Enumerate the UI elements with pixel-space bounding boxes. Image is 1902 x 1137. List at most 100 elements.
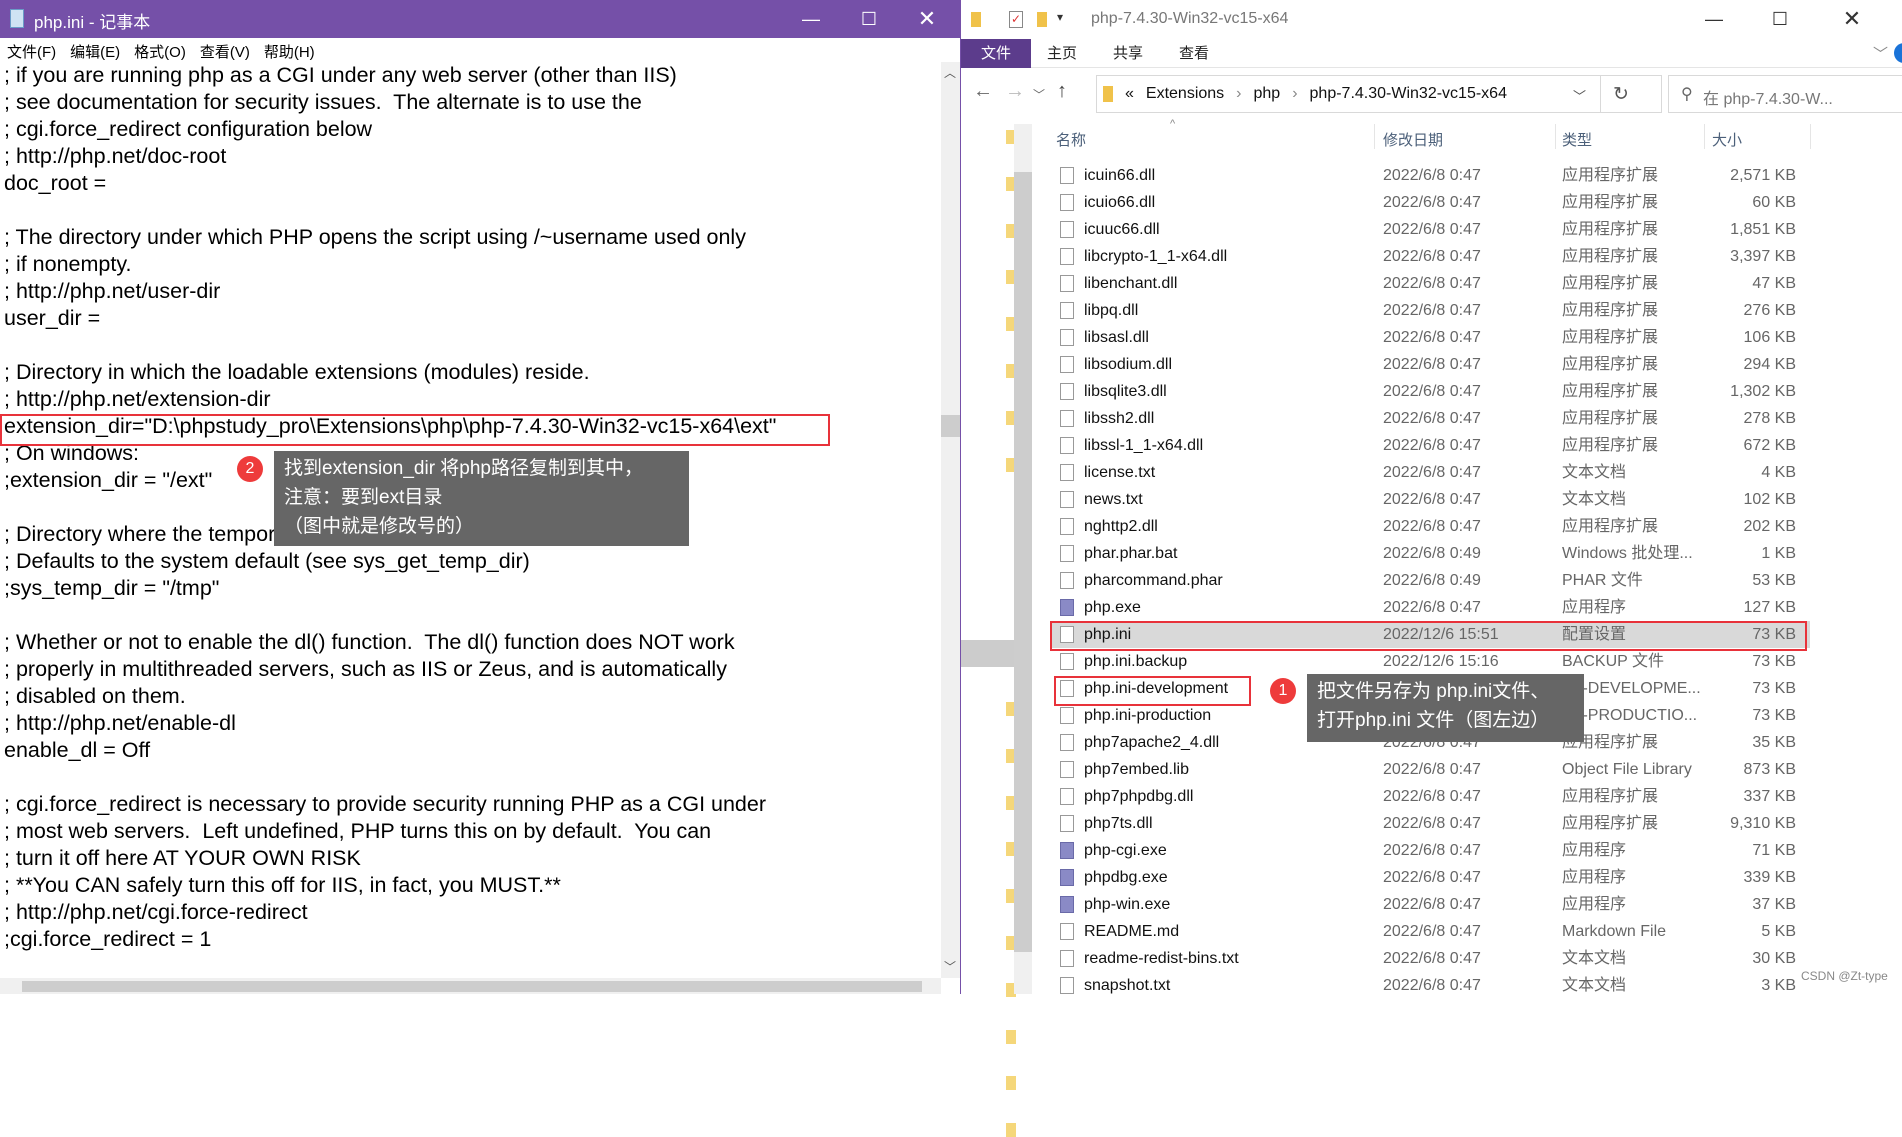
close-button[interactable]: ✕ [1823,0,1881,38]
php-file-icon [1060,599,1074,616]
tab-home[interactable]: 主页 [1033,39,1091,68]
explorer-title: php-7.4.30-Win32-vc15-x64 [1091,10,1289,27]
file-row[interactable]: phar.phar.bat 2022/6/8 0:49 Windows 批处理...… [1050,540,1810,567]
file-row[interactable]: news.txt 2022/6/8 0:47 文本文档 102 KB [1050,486,1810,513]
dll-file-icon [1060,383,1074,400]
column-type[interactable]: 类型 [1562,129,1592,150]
file-row[interactable]: icuin66.dll 2022/6/8 0:47 应用程序扩展 2,571 KB [1050,162,1810,189]
file-row[interactable]: libenchant.dll 2022/6/8 0:47 应用程序扩展 47 KB [1050,270,1810,297]
file-type: 文本文档 [1562,491,1627,508]
vertical-scrollbar[interactable] [941,62,960,978]
file-row[interactable]: php.exe 2022/6/8 0:47 应用程序 127 KB [1050,594,1810,621]
file-row[interactable]: snapshot.txt 2022/6/8 0:47 文本文档 3 KB [1050,972,1810,994]
dll-file-icon [1060,734,1074,751]
dll-file-icon [1060,437,1074,454]
column-name[interactable]: 名称 [1056,129,1086,150]
file-size: 60 KB [1752,194,1796,211]
file-name: phpdbg.exe [1084,869,1168,886]
address-dropdown-icon[interactable]: ﹀ [1573,86,1586,105]
file-date: 2022/6/8 0:47 [1383,842,1481,859]
file-row[interactable]: nghttp2.dll 2022/6/8 0:47 应用程序扩展 202 KB [1050,513,1810,540]
column-size[interactable]: 大小 [1712,129,1742,150]
address-bar[interactable]: « Extensions › php › php-7.4.30-Win32-vc15… [1096,75,1662,113]
file-name: libsodium.dll [1084,356,1173,373]
new-folder-icon[interactable] [1037,12,1047,27]
scroll-up-icon[interactable]: ︿ [944,64,956,81]
file-row[interactable]: pharcommand.phar 2022/6/8 0:49 PHAR 文件 53 K… [1050,567,1810,594]
menu-format[interactable]: 格式(O) [127,38,193,62]
file-row[interactable]: php7phpdbg.dll 2022/6/8 0:47 应用程序扩展 337 KB [1050,783,1810,810]
tab-file[interactable]: 文件 [961,39,1031,68]
expand-ribbon-icon[interactable]: ﹀ [1873,43,1888,64]
file-row[interactable]: libsodium.dll 2022/6/8 0:47 应用程序扩展 294 KB [1050,351,1810,378]
nav-folder-icon[interactable] [1006,1029,1016,1044]
horizontal-scroll-thumb[interactable] [22,981,922,992]
minimize-button[interactable]: — [1685,0,1743,38]
file-row[interactable]: icuuc66.dll 2022/6/8 0:47 应用程序扩展 1,851 KB [1050,216,1810,243]
file-row[interactable]: libssh2.dll 2022/6/8 0:47 应用程序扩展 278 KB [1050,405,1810,432]
tooltip-line: 找到extension_dir 将php路径复制到其中， [284,458,643,479]
search-box[interactable]: ⚲ 在 php-7.4.30-W... [1668,75,1902,113]
file-name: libssh2.dll [1084,410,1155,427]
nav-scroll-thumb[interactable] [1014,172,1032,952]
up-icon[interactable]: ↑ [1057,80,1067,103]
help-icon[interactable] [1894,43,1902,63]
menu-help[interactable]: 帮助(H) [257,38,322,62]
file-row[interactable]: php-cgi.exe 2022/6/8 0:47 应用程序 71 KB [1050,837,1810,864]
tab-share[interactable]: 共享 [1099,39,1157,68]
breadcrumb-php[interactable]: php [1254,85,1281,103]
maximize-button[interactable]: ☐ [840,0,898,38]
file-size: 1 KB [1761,545,1796,562]
file-name: php.ini-production [1084,707,1212,724]
back-icon[interactable]: ← [973,80,993,103]
file-date: 2022/6/8 0:47 [1383,356,1481,373]
menu-file[interactable]: 文件(F) [0,38,63,62]
close-button[interactable]: ✕ [898,0,956,38]
file-row[interactable]: license.txt 2022/6/8 0:47 文本文档 4 KB [1050,459,1810,486]
file-name: license.txt [1084,464,1156,481]
properties-icon[interactable]: ✓ [1009,11,1023,28]
refresh-icon[interactable]: ↻ [1613,83,1629,106]
file-row[interactable]: libpq.dll 2022/6/8 0:47 应用程序扩展 276 KB [1050,297,1810,324]
breadcrumb-overflow[interactable]: « [1125,85,1134,103]
forward-icon[interactable]: → [1005,80,1025,103]
file-row[interactable]: php7ts.dll 2022/6/8 0:47 应用程序扩展 9,310 KB [1050,810,1810,837]
file-name: libssl-1_1-x64.dll [1084,437,1204,454]
nav-folder-icon[interactable] [1006,1076,1016,1091]
file-date: 2022/6/8 0:47 [1383,518,1481,535]
file-row[interactable]: libssl-1_1-x64.dll 2022/6/8 0:47 应用程序扩展 672… [1050,432,1810,459]
file-row[interactable]: php-win.exe 2022/6/8 0:47 应用程序 37 KB [1050,891,1810,918]
file-row[interactable]: icuio66.dll 2022/6/8 0:47 应用程序扩展 60 KB [1050,189,1810,216]
file-size: 35 KB [1752,734,1796,751]
text-line: ; disabled on them. [4,684,186,708]
file-row[interactable]: phpdbg.exe 2022/6/8 0:47 应用程序 339 KB [1050,864,1810,891]
menu-edit[interactable]: 编辑(E) [63,38,127,62]
file-date: 2022/6/8 0:47 [1383,950,1481,967]
file-type: BACKUP 文件 [1562,653,1664,670]
file-row[interactable]: README.md 2022/6/8 0:47 Markdown File 5 KB [1050,918,1810,945]
file-row[interactable]: libsqlite3.dll 2022/6/8 0:47 应用程序扩展 1,302 K… [1050,378,1810,405]
breadcrumb-extensions[interactable]: Extensions [1146,85,1224,103]
nav-folder-icon[interactable] [1006,1123,1016,1137]
file-row[interactable]: php.ini.backup 2022/12/6 15:16 BACKUP 文件 73… [1050,648,1810,675]
tab-view[interactable]: 查看 [1165,39,1223,68]
text-line: ; turn it off here AT YOUR OWN RISK [4,846,361,870]
vertical-scroll-thumb[interactable] [941,415,960,437]
recent-locations-icon[interactable]: ﹀ [1033,86,1045,103]
maximize-button[interactable]: ☐ [1751,0,1809,38]
column-date[interactable]: 修改日期 [1383,129,1443,150]
minimize-button[interactable]: — [782,0,840,38]
text-line: ; properly in multithreaded servers, suc… [4,657,727,681]
breadcrumb-current[interactable]: php-7.4.30-Win32-vc15-x64 [1310,85,1507,103]
file-size: 276 KB [1743,302,1796,319]
menu-view[interactable]: 查看(V) [193,38,257,62]
customize-quick-access-icon[interactable]: ▾ [1057,10,1063,24]
file-name: php7phpdbg.dll [1084,788,1194,805]
file-row[interactable]: libcrypto-1_1-x64.dll 2022/6/8 0:47 应用程序扩展… [1050,243,1810,270]
file-row[interactable]: libsasl.dll 2022/6/8 0:47 应用程序扩展 106 KB [1050,324,1810,351]
file-row[interactable]: php7embed.lib 2022/6/8 0:47 Object File Li… [1050,756,1810,783]
dll-file-icon [1060,518,1074,535]
nav-selected-item[interactable] [961,640,1014,667]
scroll-down-icon[interactable]: ﹀ [944,958,956,975]
file-row[interactable]: readme-redist-bins.txt 2022/6/8 0:47 文本文档 3… [1050,945,1810,972]
